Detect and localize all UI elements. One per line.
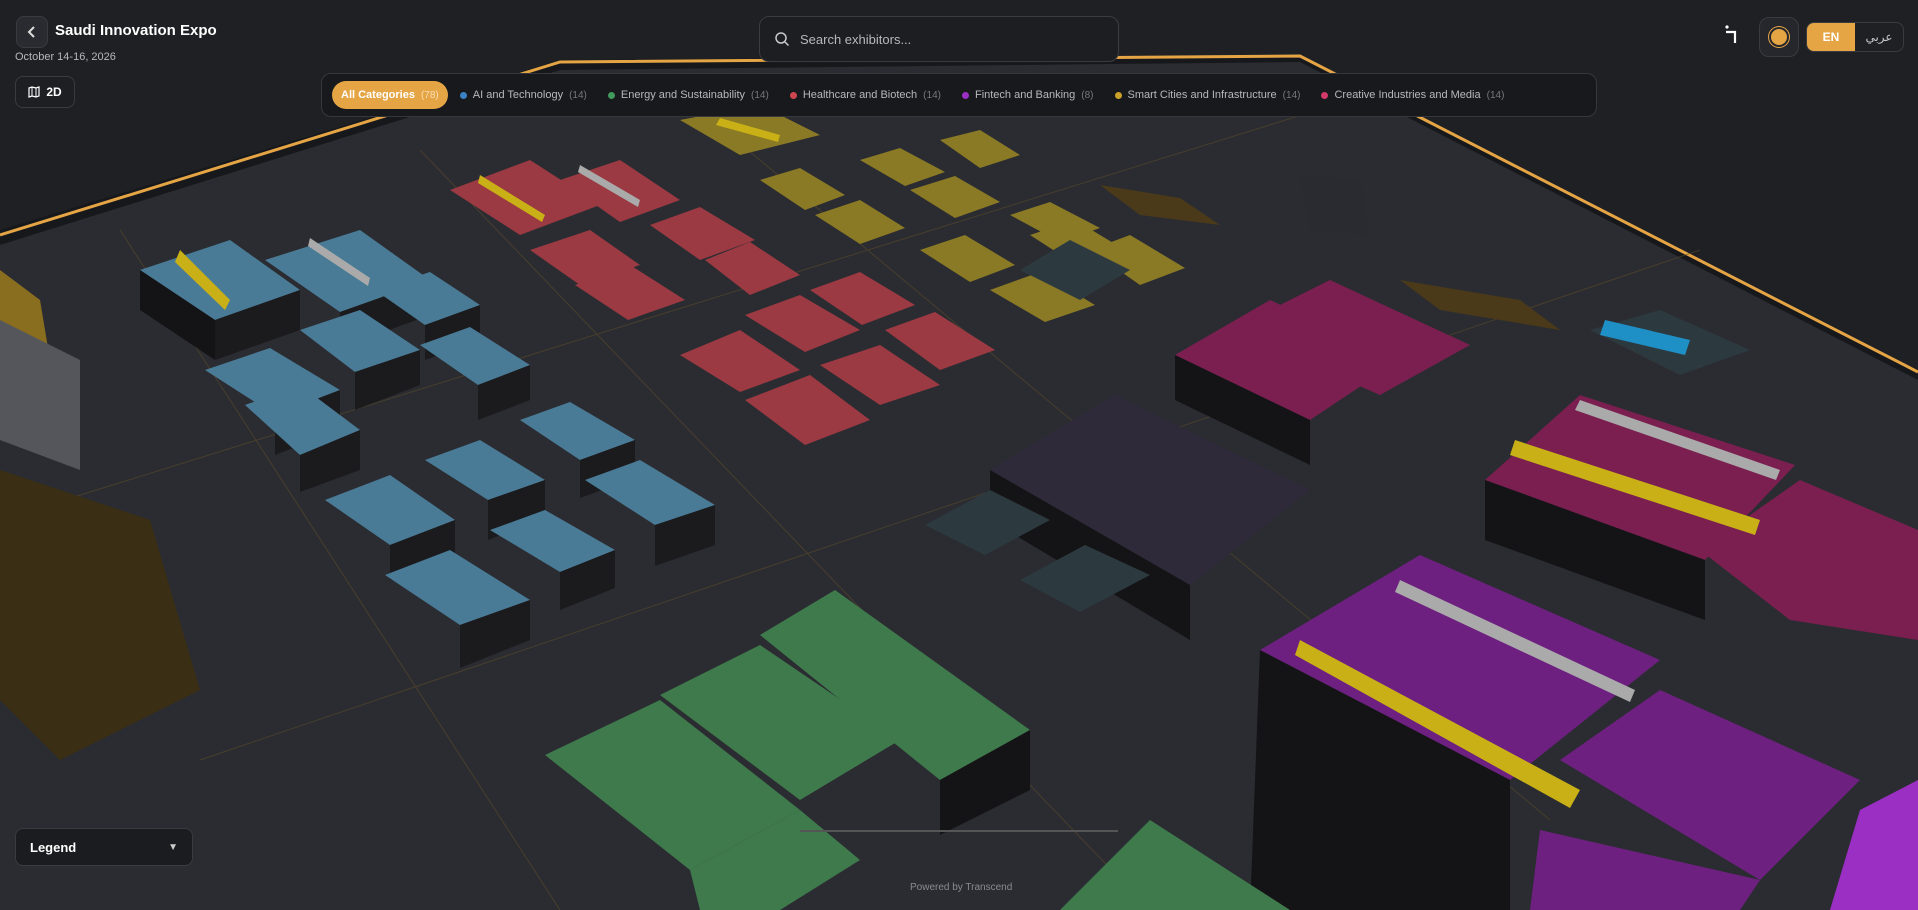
page-title: Saudi Innovation Expo	[55, 22, 217, 39]
search-input[interactable]	[798, 30, 1082, 48]
fintech-color-dot	[961, 91, 969, 99]
map-icon	[28, 86, 40, 98]
filter-chip-fintech[interactable]: Fintech and Banking (8)	[953, 81, 1103, 109]
search-bar[interactable]	[759, 16, 1119, 62]
chevron-down-icon: ▼	[168, 841, 178, 853]
horizontal-scrollbar[interactable]	[800, 830, 1118, 832]
chevron-left-icon	[27, 26, 35, 38]
transcend-logo-icon[interactable]	[1722, 23, 1744, 45]
sun-icon	[1771, 29, 1787, 45]
back-button[interactable]	[16, 16, 48, 48]
powered-by-text: Powered by Transcend	[910, 882, 1013, 893]
energy-color-dot	[607, 91, 615, 99]
filter-chip-ai[interactable]: AI and Technology (14)	[451, 81, 596, 109]
filter-chip-healthcare[interactable]: Healthcare and Biotech (14)	[781, 81, 950, 109]
filter-chip-energy[interactable]: Energy and Sustainability (14)	[599, 81, 778, 109]
lang-en-button[interactable]: EN	[1807, 23, 1855, 51]
view-toggle-button[interactable]: 2D	[15, 76, 75, 108]
healthcare-color-dot	[789, 91, 797, 99]
creative-color-dot	[1321, 91, 1329, 99]
filter-chip-all[interactable]: All Categories (78)	[332, 81, 448, 109]
legend-label: Legend	[30, 839, 77, 855]
filter-chip-smart-cities[interactable]: Smart Cities and Infrastructure (14)	[1106, 81, 1310, 109]
legend-dropdown[interactable]: Legend ▼	[15, 828, 193, 866]
view-toggle-label: 2D	[46, 85, 62, 99]
floor-plan-3d-view[interactable]	[0, 0, 1918, 910]
category-filter-bar: All Categories (78) AI and Technology (14)…	[321, 73, 1597, 117]
filter-chip-creative[interactable]: Creative Industries and Media (14)	[1312, 81, 1513, 109]
ai-color-dot	[459, 91, 467, 99]
search-icon	[775, 32, 790, 47]
smart-cities-color-dot	[1114, 91, 1122, 99]
event-date: October 14-16, 2026	[15, 51, 116, 63]
language-switcher: EN عربي	[1806, 22, 1904, 52]
lang-ar-button[interactable]: عربي	[1855, 23, 1903, 51]
theme-toggle-button[interactable]	[1759, 17, 1799, 57]
